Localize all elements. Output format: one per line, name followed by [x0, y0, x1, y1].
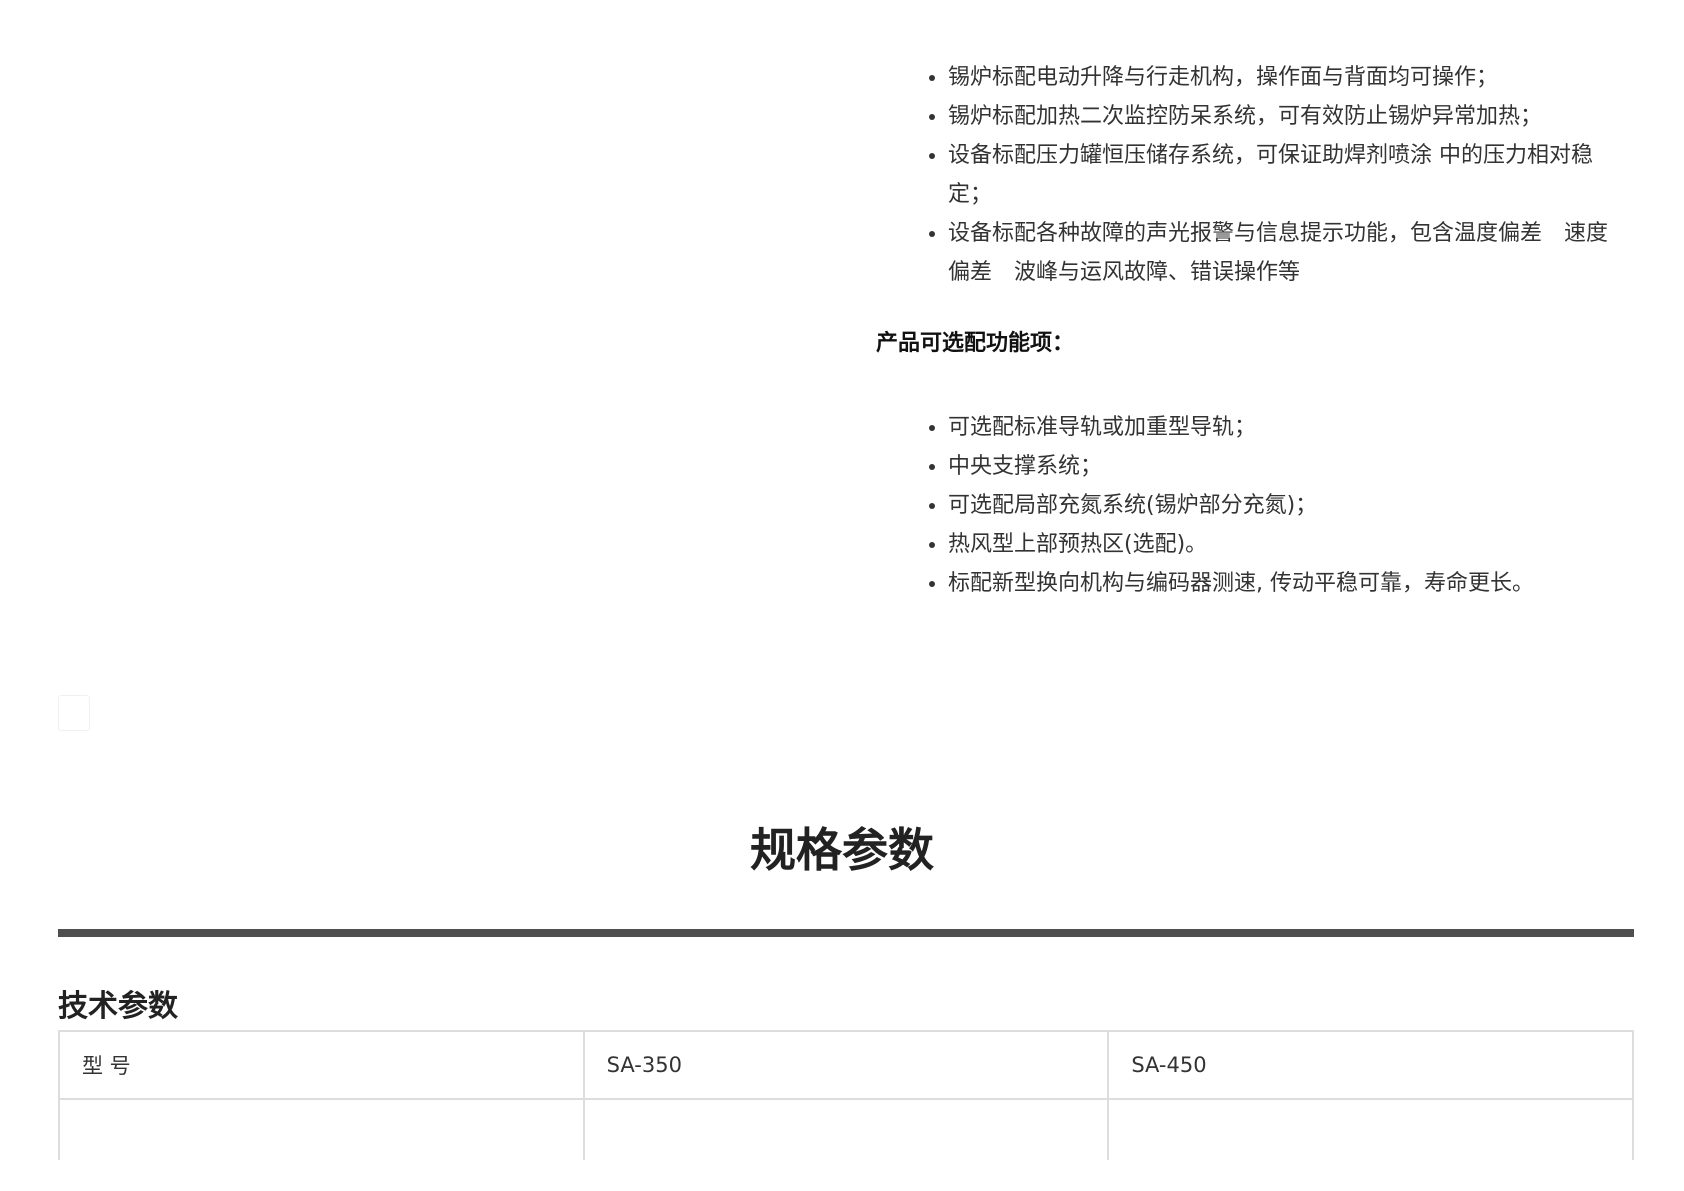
list-item: 设备标配压力罐恒压储存系统，可保证助焊剂喷涂 中的压力相对稳定；: [948, 136, 1616, 214]
table-row: 型 号 SA-350 SA-450: [58, 1030, 1634, 1100]
table-cell-model-sa350: SA-350: [582, 1030, 1110, 1100]
list-item: 可选配标准导轨或加重型导轨；: [948, 408, 1616, 447]
table-cell: [582, 1098, 1110, 1160]
optional-features-title: 产品可选配功能项：: [876, 331, 1075, 356]
list-item: 锡炉标配加热二次监控防呆系统，可有效防止锡炉异常加热；: [948, 97, 1616, 136]
table-cell-model-label: 型 号: [58, 1030, 585, 1100]
table-cell: [1107, 1098, 1634, 1160]
optional-feature-list: 可选配标准导轨或加重型导轨； 中央支撑系统； 可选配局部充氮系统(锡炉部分充氮)…: [876, 408, 1616, 603]
list-item: 可选配局部充氮系统(锡炉部分充氮)；: [948, 486, 1616, 525]
table-cell-model-sa450: SA-450: [1107, 1030, 1634, 1100]
section-divider: [58, 929, 1634, 937]
list-item: 设备标配各种故障的声光报警与信息提示功能，包含温度偏差 速度偏差 波峰与运风故障…: [948, 214, 1616, 292]
table-cell: [58, 1098, 585, 1160]
standard-feature-list: 锡炉标配电动升降与行走机构，操作面与背面均可操作； 锡炉标配加热二次监控防呆系统…: [876, 58, 1616, 292]
tech-params-title: 技术参数: [58, 989, 178, 1024]
list-item: 锡炉标配电动升降与行走机构，操作面与背面均可操作；: [948, 58, 1616, 97]
spec-table: 型 号 SA-350 SA-450: [58, 1030, 1634, 1160]
spec-section-title: 规格参数: [750, 823, 934, 877]
list-item: 标配新型换向机构与编码器测速, 传动平稳可靠，寿命更长。: [948, 564, 1616, 603]
list-item: 热风型上部预热区(选配)。: [948, 525, 1616, 564]
list-item: 中央支撑系统；: [948, 447, 1616, 486]
feature-section: 锡炉标配电动升降与行走机构，操作面与背面均可操作； 锡炉标配加热二次监控防呆系统…: [876, 58, 1616, 603]
table-row: [58, 1098, 1634, 1160]
image-placeholder: [58, 695, 90, 731]
